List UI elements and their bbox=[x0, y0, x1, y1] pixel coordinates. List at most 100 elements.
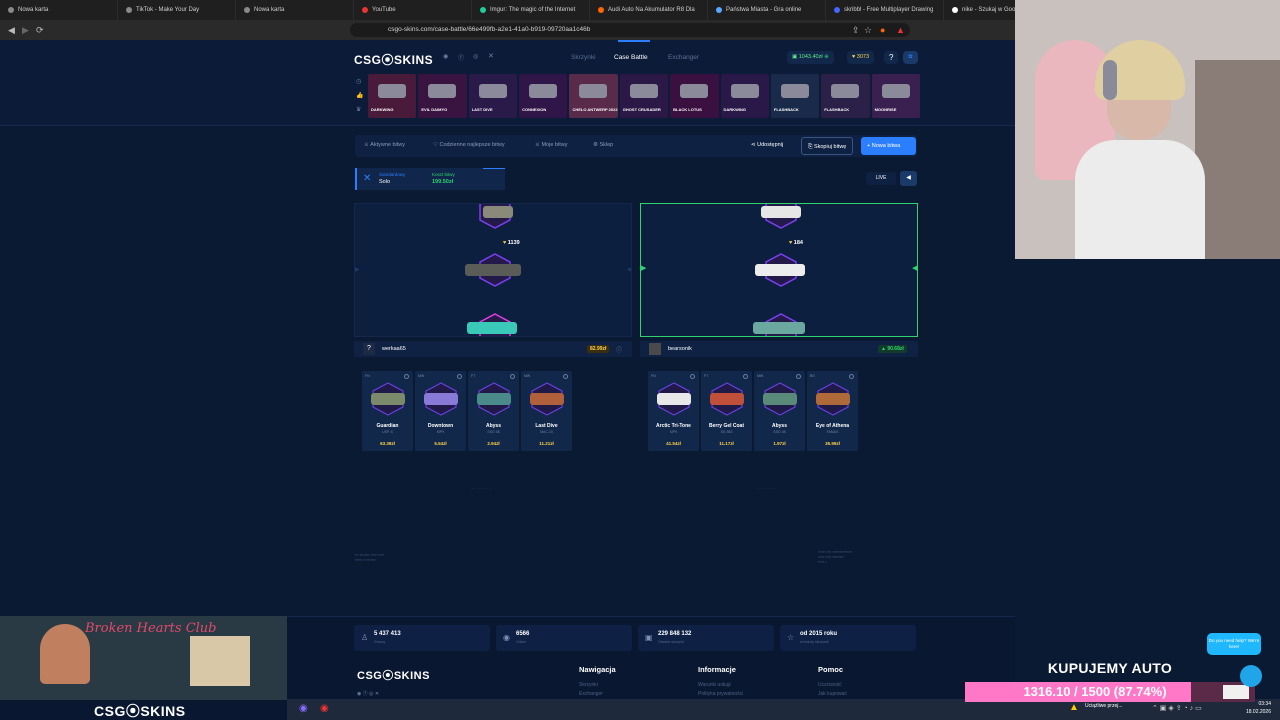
facebook-icon[interactable]: ⓕ bbox=[458, 53, 464, 62]
case-card[interactable]: EVIL DAIMYO bbox=[418, 74, 467, 118]
discord-app-icon[interactable]: ◉ bbox=[299, 703, 308, 714]
footer-logo[interactable]: CSG⦿SKINS bbox=[357, 667, 430, 683]
chat-support-icon[interactable] bbox=[1240, 665, 1262, 687]
player-name[interactable]: bearsonik bbox=[668, 346, 692, 352]
tab-best-battles[interactable]: ♡ Codzienne najlepsze bitwy bbox=[433, 142, 505, 148]
new-battle-button[interactable]: + Nowa bitwa bbox=[861, 137, 916, 155]
player-name[interactable]: werkaa65 bbox=[382, 346, 406, 352]
x-icon[interactable]: ✕ bbox=[488, 52, 494, 60]
browser-tab[interactable]: Nowa karta bbox=[0, 0, 118, 20]
footer-link[interactable]: Exchanger bbox=[579, 691, 603, 697]
help-button[interactable]: ? bbox=[884, 51, 899, 64]
item-weapon-image bbox=[477, 393, 511, 405]
sound-toggle-icon[interactable]: ◀ bbox=[900, 171, 917, 186]
browser-tab[interactable]: skribbl - Free Multiplayer Drawing bbox=[826, 0, 944, 20]
nav-case-battle[interactable]: Case Battle bbox=[614, 54, 648, 61]
case-name: FLASHBACK bbox=[824, 107, 850, 112]
case-card[interactable]: DARKWING bbox=[720, 74, 769, 118]
won-item-card[interactable]: MW Downtown MP9 5.54zł bbox=[415, 371, 466, 451]
nav-exchanger[interactable]: Exchanger bbox=[668, 54, 699, 61]
won-item-card[interactable]: FN Arctic Tri-Tone MP9 41.54zł bbox=[648, 371, 699, 451]
instagram-icon[interactable]: ◎ bbox=[473, 53, 478, 60]
item-price: 5.54zł bbox=[434, 441, 447, 446]
won-item-card[interactable]: MW Abyss SSG 08 1.97zł bbox=[754, 371, 805, 451]
extension-icon[interactable]: ▲ bbox=[896, 25, 905, 35]
info-icon[interactable] bbox=[849, 374, 854, 379]
share-button[interactable]: ⋖ Udostępnij bbox=[751, 142, 783, 148]
extension-icon[interactable]: ● bbox=[880, 25, 885, 35]
case-card[interactable]: CHELO ANTWERP 2022 bbox=[569, 74, 618, 118]
won-item-card[interactable]: FN Guardian USP-S 63.39zł bbox=[362, 371, 413, 451]
footer-link[interactable]: Jak kupować bbox=[818, 691, 847, 697]
browser-tab[interactable]: Państwa Miasta - Gra online bbox=[708, 0, 826, 20]
copy-battle-button[interactable]: ⎘ Skopiuj bitwę bbox=[801, 137, 854, 155]
item-price: 35.99zł bbox=[825, 441, 840, 446]
coins-pill[interactable]: ♥ 3073 bbox=[847, 51, 875, 64]
help-bubble[interactable]: Do you need help? We're here! bbox=[1207, 633, 1261, 655]
system-tray-icons[interactable]: ⌃ ▣ ◈ ⇪ ◔ ♪ ▭ bbox=[1152, 704, 1202, 712]
case-card[interactable]: GHOST CRUSADER bbox=[619, 74, 669, 118]
nav-skrzynki[interactable]: Skrzynki bbox=[571, 54, 596, 61]
live-badge[interactable]: LIVE bbox=[866, 172, 896, 185]
avatar[interactable]: ? bbox=[363, 343, 375, 355]
footer-link[interactable]: Skrzynki bbox=[579, 682, 598, 688]
trophy-icon[interactable]: ♛ bbox=[356, 106, 361, 113]
case-weapon-image bbox=[730, 84, 759, 98]
case-card[interactable]: CONNEXION bbox=[519, 74, 568, 118]
browser-tab[interactable]: TikTok - Make Your Day bbox=[118, 0, 236, 20]
chrome-app-icon[interactable]: ◉ bbox=[320, 703, 329, 714]
info-icon[interactable] bbox=[404, 374, 409, 379]
case-card[interactable]: FLASHBACK bbox=[770, 74, 820, 118]
weather-widget[interactable]: Uciążliwe przej... bbox=[1085, 703, 1145, 709]
back-icon[interactable]: ◀ bbox=[8, 25, 15, 36]
browser-tab[interactable]: Imgur: The magic of the Internet bbox=[472, 0, 590, 20]
item-name: Arctic Tri-Tone bbox=[656, 423, 691, 429]
share-icon[interactable]: ⇪ bbox=[852, 25, 860, 36]
info-icon[interactable] bbox=[743, 374, 748, 379]
tab-my-battles[interactable]: ⚔ Moje bitwy bbox=[535, 142, 567, 148]
history-icon[interactable]: ◷ bbox=[356, 78, 361, 85]
tab-active-battles[interactable]: ⚔ Aktywne bitwy bbox=[364, 142, 405, 148]
add-funds-icon[interactable]: ⊕ bbox=[824, 54, 829, 60]
site-logo[interactable]: CSG⦿SKINS bbox=[354, 51, 433, 68]
settings-icon[interactable]: ✿ bbox=[903, 51, 918, 64]
footer-link[interactable]: Uczciwość bbox=[818, 682, 842, 688]
case-card[interactable]: FLASHBACK bbox=[821, 74, 870, 118]
info-icon[interactable] bbox=[510, 374, 515, 379]
info-icon[interactable] bbox=[563, 374, 568, 379]
discord-icon[interactable]: ◉ bbox=[443, 53, 448, 60]
case-card[interactable]: DARKWING bbox=[368, 74, 417, 118]
avatar[interactable] bbox=[649, 343, 661, 355]
clock-date[interactable]: 18.02.2026 bbox=[1231, 709, 1271, 715]
tab-favicon-icon bbox=[362, 7, 368, 13]
case-card[interactable]: BLACK LOTUS bbox=[670, 74, 719, 118]
info-icon[interactable] bbox=[690, 374, 695, 379]
footer-link[interactable]: Polityka prywatności bbox=[698, 691, 743, 697]
thumbs-up-icon[interactable]: 👍 bbox=[356, 92, 363, 99]
case-thumb[interactable] bbox=[483, 168, 505, 190]
won-item-card[interactable]: MW Last Dive MAC-10 11.21zł bbox=[521, 371, 572, 451]
users-icon: ♙ bbox=[361, 633, 369, 642]
browser-tab[interactable]: Nowa karta bbox=[236, 0, 354, 20]
case-name: BLACK LOTUS bbox=[673, 107, 702, 112]
case-card[interactable]: LAST DIVE bbox=[468, 74, 518, 118]
case-weapon-image bbox=[629, 84, 658, 98]
footer-social-icons[interactable]: ◉ ⓕ ◎ ✕ bbox=[357, 690, 379, 697]
won-item-card[interactable]: FT Berry Gel Coat SG 553 11.17zł bbox=[701, 371, 752, 451]
browser-tab[interactable]: Audi Auto Na Akumulator R8 Dla bbox=[590, 0, 708, 20]
info-icon[interactable] bbox=[796, 374, 801, 379]
info-icon[interactable]: ⓘ bbox=[616, 345, 622, 354]
item-condition: MW bbox=[418, 374, 425, 378]
forward-icon[interactable]: ▶ bbox=[22, 25, 29, 36]
won-item-card[interactable]: FT Abyss SSG 08 2.94zł bbox=[468, 371, 519, 451]
reload-icon[interactable]: ⟳ bbox=[36, 25, 44, 36]
browser-tab[interactable]: YouTube bbox=[354, 0, 472, 20]
balance-pill[interactable]: ▣ 1043.40zł ⊕ bbox=[787, 51, 834, 64]
won-item-card[interactable]: BS Eye of Athena FAMAS 35.99zł bbox=[807, 371, 858, 451]
star-icon[interactable]: ☆ bbox=[864, 25, 872, 36]
case-card[interactable]: MOONRISE bbox=[871, 74, 920, 118]
footer-link[interactable]: Warunki usługi bbox=[698, 682, 731, 688]
tab-shop[interactable]: ⚙ Sklep bbox=[593, 142, 613, 148]
url-input[interactable]: csgo-skins.com/case-battle/66e499fb-a2e1… bbox=[350, 23, 910, 37]
info-icon[interactable] bbox=[457, 374, 462, 379]
